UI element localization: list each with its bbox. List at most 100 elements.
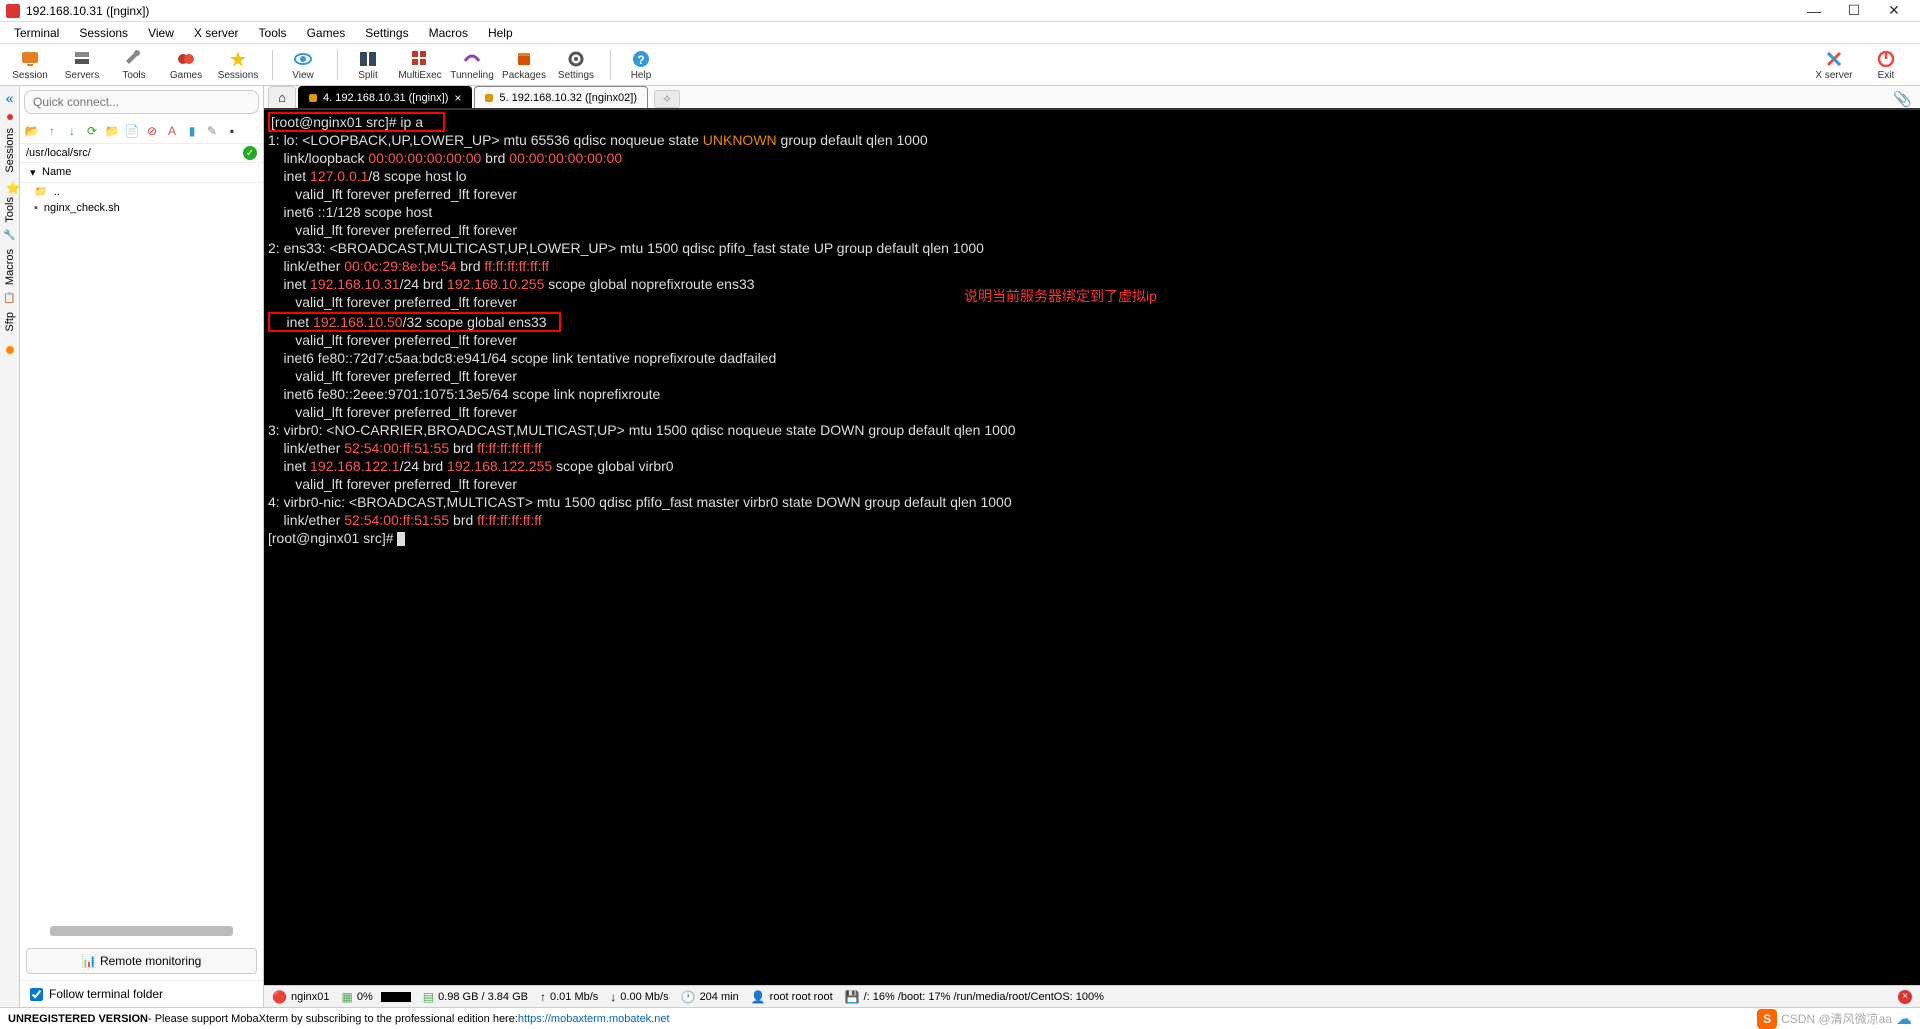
tree-row-file[interactable]: ▪ nginx_check.sh bbox=[20, 200, 263, 216]
menu-games[interactable]: Games bbox=[297, 26, 356, 40]
ram-icon: ▤ bbox=[423, 990, 434, 1004]
terminal-icon[interactable]: ▪ bbox=[224, 123, 240, 139]
menu-macros[interactable]: Macros bbox=[419, 26, 478, 40]
tool-multiexec[interactable]: MultiExec bbox=[396, 49, 444, 81]
new-tab-button[interactable]: ✧ bbox=[654, 90, 680, 108]
follow-label: Follow terminal folder bbox=[49, 987, 163, 1001]
annotation: 说明当前服务器绑定到了虚拟ip bbox=[964, 288, 1157, 304]
tool-tunneling[interactable]: Tunneling bbox=[448, 49, 496, 81]
stat-cpu: ▦0% bbox=[342, 990, 411, 1004]
folder-open-icon[interactable]: 📂 bbox=[24, 123, 40, 139]
footer: UNREGISTERED VERSION - Please support Mo… bbox=[0, 1007, 1920, 1029]
file-icon: ▪ bbox=[34, 202, 38, 214]
tool-help[interactable]: ?Help bbox=[617, 49, 665, 81]
tree-header[interactable]: ▾ Name bbox=[20, 163, 263, 183]
refresh-icon[interactable]: ⟳ bbox=[84, 123, 100, 139]
tool-tools[interactable]: Tools bbox=[110, 49, 158, 81]
stat-down: ↓0.00 Mb/s bbox=[610, 990, 668, 1004]
maximize-button[interactable]: ☐ bbox=[1834, 2, 1874, 19]
tool-view[interactable]: View bbox=[279, 49, 327, 81]
help-icon: ? bbox=[631, 49, 651, 69]
tunnel-icon bbox=[462, 49, 482, 69]
edit-icon[interactable]: ✎ bbox=[204, 123, 220, 139]
collapse-chevron-icon[interactable]: « bbox=[6, 90, 14, 106]
gear-icon bbox=[566, 49, 586, 69]
footer-link[interactable]: https://mobaxterm.mobatek.net bbox=[518, 1013, 670, 1025]
home-icon: ⌂ bbox=[278, 90, 286, 105]
tool-xserver[interactable]: X server bbox=[1810, 49, 1858, 81]
stat-host: 🔴nginx01 bbox=[272, 990, 330, 1004]
vtab-macros[interactable]: Macros bbox=[2, 241, 18, 293]
tab-other[interactable]: 5. 192.168.10.32 ([nginx02]) bbox=[474, 86, 648, 108]
sftp-dot-icon bbox=[6, 346, 14, 354]
minimize-button[interactable]: — bbox=[1794, 3, 1834, 19]
tab-label: 4. 192.168.10.31 ([nginx]) bbox=[323, 92, 448, 104]
user-icon: 👤 bbox=[751, 990, 766, 1004]
tool-settings[interactable]: Settings bbox=[552, 49, 600, 81]
home-tab[interactable]: ⌂ bbox=[268, 86, 296, 108]
rename-icon[interactable]: A bbox=[164, 123, 180, 139]
status-close-icon[interactable]: × bbox=[1898, 990, 1912, 1004]
menu-view[interactable]: View bbox=[138, 26, 184, 40]
menu-sessions[interactable]: Sessions bbox=[69, 26, 138, 40]
download-icon[interactable]: ↓ bbox=[64, 123, 80, 139]
menu-terminal[interactable]: Terminal bbox=[4, 26, 69, 40]
remote-monitoring-label: Remote monitoring bbox=[100, 954, 201, 968]
menubar: Terminal Sessions View X server Tools Ga… bbox=[0, 22, 1920, 44]
menu-settings[interactable]: Settings bbox=[355, 26, 418, 40]
tree-row-label: nginx_check.sh bbox=[44, 202, 120, 214]
clock-icon: 🕐 bbox=[681, 990, 696, 1004]
package-icon bbox=[514, 49, 534, 69]
quick-connect-input[interactable] bbox=[24, 90, 259, 114]
disk-icon: 💾 bbox=[845, 990, 860, 1004]
tab-close-icon[interactable]: × bbox=[454, 91, 461, 105]
sftp-toolbar: 📂 ↑ ↓ ⟳ 📁 📄 ⊘ A ▮ ✎ ▪ bbox=[20, 118, 263, 144]
folder-icon: 📁 bbox=[34, 185, 48, 198]
newfile-icon[interactable]: 📄 bbox=[124, 123, 140, 139]
upload-icon: ↑ bbox=[540, 990, 546, 1004]
vtab-tools[interactable]: Tools bbox=[2, 189, 18, 231]
eye-icon bbox=[293, 49, 313, 69]
unregistered-label: UNREGISTERED VERSION bbox=[8, 1013, 148, 1025]
newfolder-icon[interactable]: 📁 bbox=[104, 123, 120, 139]
ok-icon: ✓ bbox=[243, 146, 257, 160]
terminal[interactable]: [root@nginx01 src]# ip a 1: lo: <LOOPBAC… bbox=[264, 110, 1920, 985]
follow-checkbox[interactable] bbox=[30, 988, 43, 1001]
wrench-icon bbox=[124, 49, 144, 69]
stat-user: 👤root root root bbox=[751, 990, 833, 1004]
tree-row-parent[interactable]: 📁 .. bbox=[20, 183, 263, 200]
host-icon: 🔴 bbox=[272, 990, 287, 1004]
perms-icon[interactable]: ▮ bbox=[184, 123, 200, 139]
window-title: 192.168.10.31 ([nginx]) bbox=[26, 4, 1794, 18]
terminal-icon bbox=[309, 94, 317, 102]
tool-sessions[interactable]: Sessions bbox=[214, 49, 262, 81]
sftp-path-input[interactable] bbox=[26, 147, 243, 159]
tool-exit[interactable]: Exit bbox=[1862, 49, 1910, 81]
tool-split[interactable]: Split bbox=[344, 49, 392, 81]
vtab-sessions[interactable]: Sessions bbox=[2, 120, 18, 181]
stat-up: ↑0.01 Mb/s bbox=[540, 990, 598, 1004]
download-icon: ↓ bbox=[610, 990, 616, 1004]
tool-packages[interactable]: Packages bbox=[500, 49, 548, 81]
sidebar: 📂 ↑ ↓ ⟳ 📁 📄 ⊘ A ▮ ✎ ▪ ✓ ▾ Name 📁 .. bbox=[20, 86, 264, 1007]
left-strip: « Sessions ⭐ Tools 🔧 Macros 📋 Sftp bbox=[0, 86, 20, 1007]
wrench-icon: 🔧 bbox=[3, 230, 15, 241]
x-icon bbox=[1824, 49, 1844, 69]
tab-active[interactable]: 4. 192.168.10.31 ([nginx]) × bbox=[298, 86, 472, 108]
menu-xserver[interactable]: X server bbox=[184, 26, 249, 40]
tool-servers[interactable]: Servers bbox=[58, 49, 106, 81]
monitor-icon bbox=[20, 49, 40, 69]
scrollbar[interactable] bbox=[50, 926, 233, 936]
server-icon bbox=[72, 49, 92, 69]
tool-session[interactable]: Session bbox=[6, 49, 54, 81]
toolbar: Session Servers Tools Games Sessions Vie… bbox=[0, 44, 1920, 86]
tool-games[interactable]: Games bbox=[162, 49, 210, 81]
menu-help[interactable]: Help bbox=[478, 26, 523, 40]
vtab-sftp[interactable]: Sftp bbox=[2, 304, 18, 340]
delete-icon[interactable]: ⊘ bbox=[144, 123, 160, 139]
paperclip-icon[interactable]: 📎 bbox=[1893, 90, 1912, 108]
menu-tools[interactable]: Tools bbox=[249, 26, 297, 40]
remote-monitoring-button[interactable]: 📊 Remote monitoring bbox=[26, 948, 257, 974]
close-button[interactable]: ✕ bbox=[1874, 2, 1914, 19]
upload-icon[interactable]: ↑ bbox=[44, 123, 60, 139]
